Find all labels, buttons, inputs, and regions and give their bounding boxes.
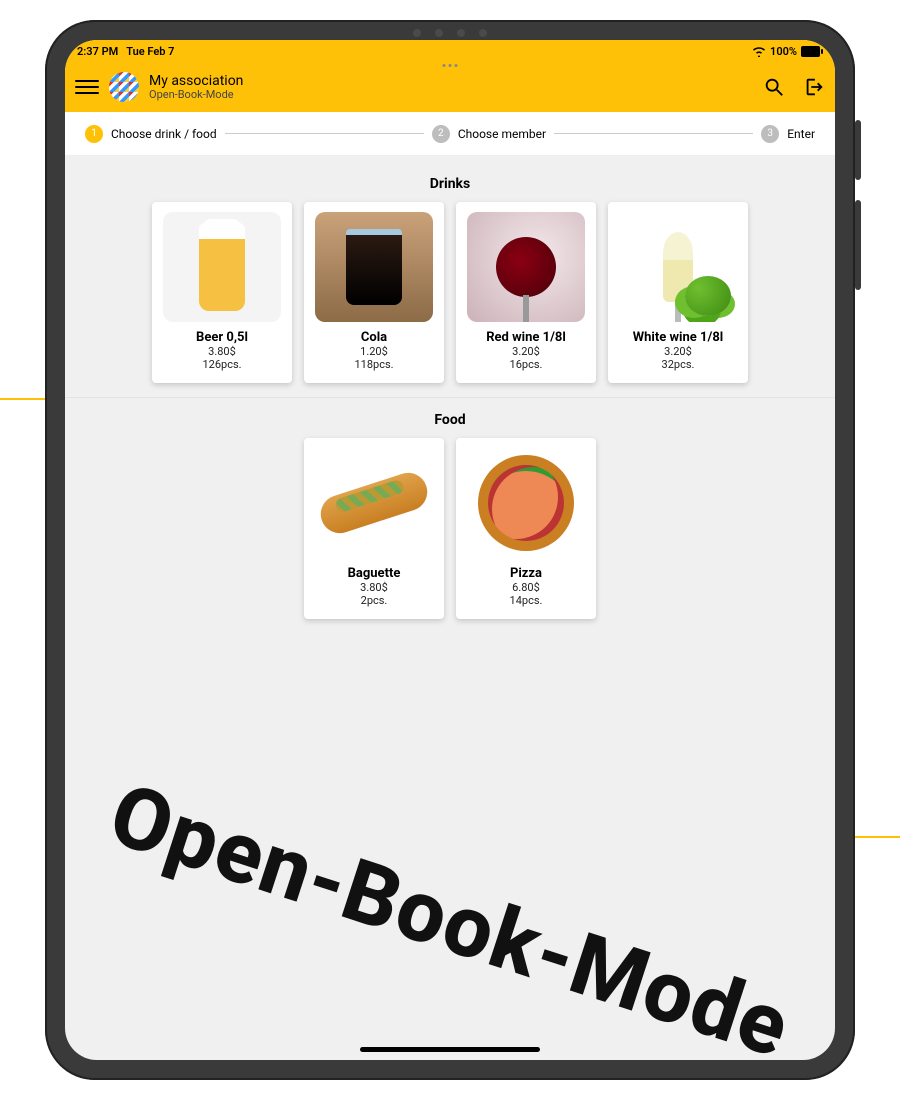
app-bar-title-block[interactable]: My association Open-Book-Mode xyxy=(149,73,243,102)
product-image xyxy=(467,212,585,322)
product-card-beer[interactable]: Beer 0,5l 3.80$ 126pcs. xyxy=(152,202,292,383)
product-card-pizza[interactable]: Pizza 6.80$ 14pcs. xyxy=(456,438,596,619)
product-price: 3.80$ xyxy=(208,345,236,358)
product-price: 3.80$ xyxy=(360,581,388,594)
product-card-white-wine[interactable]: White wine 1/8l 3.20$ 32pcs. xyxy=(608,202,748,383)
section-title-food: Food xyxy=(85,412,815,428)
app-bar-title: My association xyxy=(149,73,243,89)
status-date: Tue Feb 7 xyxy=(126,45,174,58)
search-icon xyxy=(763,76,785,98)
section-divider xyxy=(65,397,835,398)
product-image xyxy=(315,448,433,558)
association-avatar[interactable] xyxy=(109,72,139,102)
status-bar: 2:37 PM Tue Feb 7 100% xyxy=(65,40,835,62)
multitask-dots[interactable] xyxy=(443,64,458,67)
tablet-camera-dots xyxy=(413,29,487,37)
app-bar-subtitle: Open-Book-Mode xyxy=(149,89,243,102)
product-name: White wine 1/8l xyxy=(633,330,723,345)
step-3[interactable]: 3 Enter xyxy=(761,125,815,143)
product-price: 3.20$ xyxy=(664,345,692,358)
menu-button[interactable] xyxy=(75,75,99,99)
product-card-cola[interactable]: Cola 1.20$ 118pcs. xyxy=(304,202,444,383)
product-card-baguette[interactable]: Baguette 3.80$ 2pcs. xyxy=(304,438,444,619)
step-2[interactable]: 2 Choose member xyxy=(432,125,546,143)
search-button[interactable] xyxy=(763,76,785,98)
step-2-number: 2 xyxy=(432,125,450,143)
tablet-screen: 2:37 PM Tue Feb 7 100% My association Op… xyxy=(65,40,835,1060)
step-divider xyxy=(225,133,424,134)
home-indicator[interactable] xyxy=(360,1047,540,1052)
product-name: Red wine 1/8l xyxy=(486,330,566,345)
product-card-red-wine[interactable]: Red wine 1/8l 3.20$ 16pcs. xyxy=(456,202,596,383)
product-name: Pizza xyxy=(510,566,542,581)
product-image xyxy=(315,212,433,322)
app-bar: My association Open-Book-Mode xyxy=(65,62,835,112)
product-price: 6.80$ xyxy=(512,581,540,594)
stepper: 1 Choose drink / food 2 Choose member 3 … xyxy=(65,112,835,156)
product-name: Cola xyxy=(361,330,387,345)
tablet-power-button xyxy=(855,120,861,180)
step-3-label: Enter xyxy=(787,127,815,141)
product-name: Baguette xyxy=(348,566,401,581)
content-area: Drinks Beer 0,5l 3.80$ 126pcs. Cola 1.20… xyxy=(65,156,835,633)
logout-icon xyxy=(803,76,825,98)
step-1-label: Choose drink / food xyxy=(111,127,217,141)
drinks-row: Beer 0,5l 3.80$ 126pcs. Cola 1.20$ 118pc… xyxy=(85,202,815,383)
product-image xyxy=(467,448,585,558)
step-divider xyxy=(554,133,753,134)
step-1[interactable]: 1 Choose drink / food xyxy=(85,125,217,143)
step-1-number: 1 xyxy=(85,125,103,143)
battery-icon xyxy=(801,46,823,57)
step-2-label: Choose member xyxy=(458,127,546,141)
product-stock: 2pcs. xyxy=(361,594,388,607)
watermark-text: Open-Book-Mode xyxy=(98,763,801,1060)
product-stock: 16pcs. xyxy=(510,358,543,371)
section-title-drinks: Drinks xyxy=(85,176,815,192)
product-stock: 126pcs. xyxy=(202,358,241,371)
step-3-number: 3 xyxy=(761,125,779,143)
product-name: Beer 0,5l xyxy=(196,330,248,345)
status-battery-text: 100% xyxy=(770,45,797,58)
product-image xyxy=(163,212,281,322)
product-stock: 14pcs. xyxy=(510,594,543,607)
product-price: 3.20$ xyxy=(512,345,540,358)
product-image xyxy=(619,212,737,322)
tablet-frame: 2:37 PM Tue Feb 7 100% My association Op… xyxy=(45,20,855,1080)
wifi-icon xyxy=(752,46,766,57)
product-price: 1.20$ xyxy=(360,345,388,358)
logout-button[interactable] xyxy=(803,76,825,98)
food-row: Baguette 3.80$ 2pcs. Pizza 6.80$ 14pcs. xyxy=(85,438,815,619)
status-time: 2:37 PM xyxy=(77,45,118,58)
tablet-volume-button xyxy=(855,200,861,290)
product-stock: 32pcs. xyxy=(662,358,695,371)
product-stock: 118pcs. xyxy=(354,358,393,371)
